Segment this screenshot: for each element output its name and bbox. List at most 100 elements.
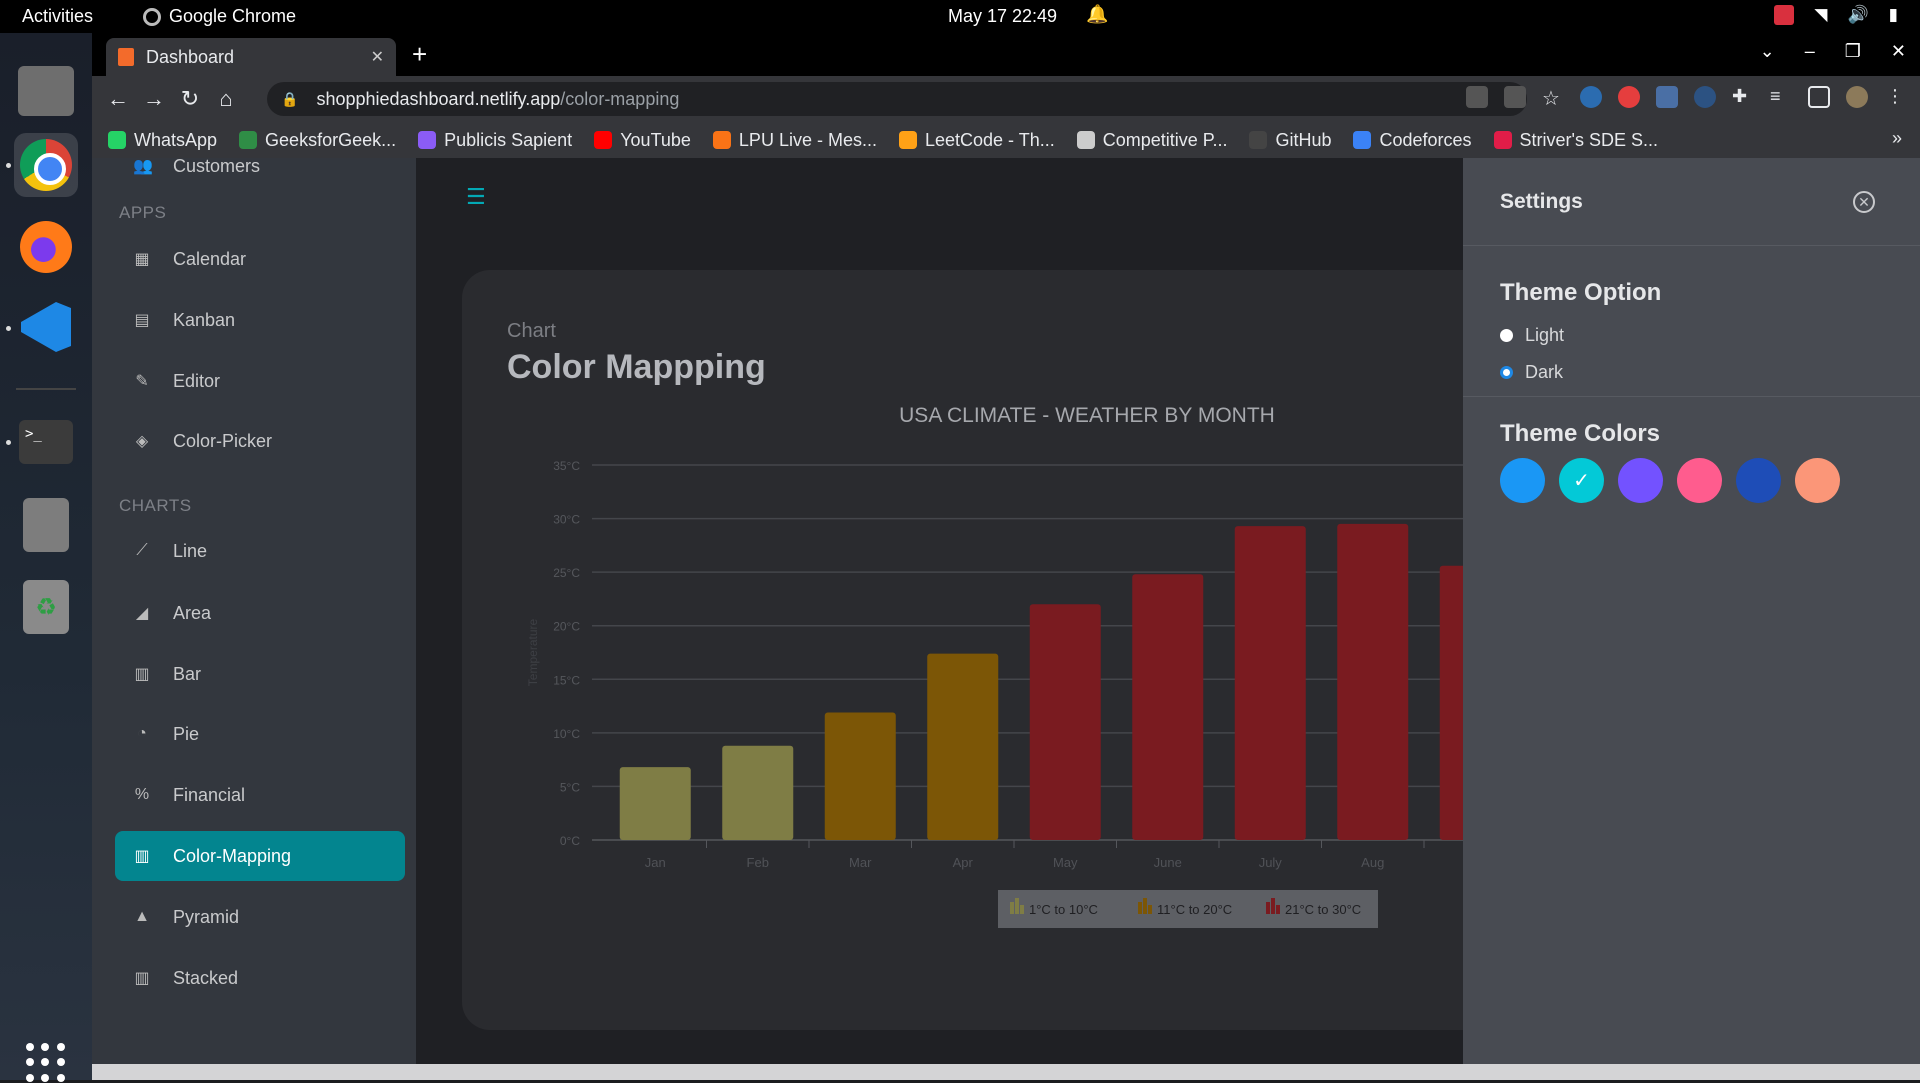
install-icon[interactable] bbox=[1466, 86, 1488, 108]
browser-toolbar: ← → ↻ ⌂ 🔒 shopphiedashboard.netlify.app /… bbox=[92, 76, 1920, 122]
extension-icons: ☆ ✚ ≡ ⋮ bbox=[1466, 86, 1906, 110]
theme-color-swatch[interactable] bbox=[1618, 458, 1663, 503]
horizontal-scrollbar[interactable] bbox=[92, 1064, 1920, 1080]
light-radio[interactable] bbox=[1500, 329, 1513, 342]
sidebar-item-bar[interactable]: ▥ Bar bbox=[115, 649, 405, 699]
bookmark-item[interactable]: GeeksforGeek... bbox=[239, 130, 396, 151]
bookmark-item[interactable]: Publicis Sapient bbox=[418, 130, 572, 151]
dock-terminal[interactable]: >_ bbox=[14, 410, 78, 474]
new-tab-icon[interactable]: + bbox=[412, 39, 427, 70]
theme-color-swatch[interactable] bbox=[1677, 458, 1722, 503]
bar[interactable] bbox=[1132, 574, 1204, 840]
minimize-icon[interactable]: – bbox=[1805, 41, 1815, 62]
section-charts: CHARTS bbox=[119, 496, 192, 515]
menu-kebab-icon[interactable]: ⋮ bbox=[1884, 86, 1906, 108]
dock-firefox[interactable] bbox=[14, 215, 78, 279]
extension-red-icon[interactable] bbox=[1618, 86, 1640, 108]
web-page: 👥 Customers APPS ▦ Calendar ▤ Kanban ✎ Edito… bbox=[92, 158, 1920, 1080]
share-icon[interactable] bbox=[1504, 86, 1526, 108]
dock-disk[interactable] bbox=[14, 493, 78, 557]
theme-dark-option[interactable]: Dark bbox=[1500, 362, 1563, 383]
sidebar-item-customers[interactable]: 👥 Customers bbox=[115, 158, 405, 191]
settings-panel: Settings ✕ Theme Option Light Dark Theme… bbox=[1463, 158, 1920, 1080]
sidebar-item-color-mapping[interactable]: ▥ Color-Mapping bbox=[115, 831, 405, 881]
lock-icon[interactable]: 🔒 bbox=[281, 91, 298, 108]
sidebar-item-area[interactable]: ◢ Area bbox=[115, 588, 405, 638]
sidebar-item-calendar[interactable]: ▦ Calendar bbox=[115, 234, 405, 284]
volume-icon: 🔊 bbox=[1847, 5, 1869, 24]
theme-color-swatch[interactable] bbox=[1795, 458, 1840, 503]
bookmark-item[interactable]: Competitive P... bbox=[1076, 130, 1227, 151]
theme-colors-title: Theme Colors bbox=[1500, 420, 1661, 447]
side-panel-icon[interactable] bbox=[1808, 86, 1830, 108]
bookmark-item[interactable]: Striver's SDE S... bbox=[1493, 130, 1658, 151]
bookmark-item[interactable]: GitHub bbox=[1249, 130, 1331, 151]
bookmark-label: LeetCode - Th... bbox=[924, 129, 1055, 150]
theme-light-option[interactable]: Light bbox=[1500, 325, 1564, 346]
system-tray[interactable]: ◥ 🔊 ▮ bbox=[1774, 5, 1898, 25]
bar[interactable] bbox=[1234, 526, 1306, 840]
color-mapping-chart[interactable]: 0°C 5°C 10°C 15°C 20°C 25°C 30°C 35°C Temperatur… bbox=[502, 440, 1582, 1020]
bookmark-item[interactable]: LPU Live - Mes... bbox=[712, 130, 877, 151]
profile-avatar[interactable] bbox=[1846, 86, 1868, 108]
bookmark-item[interactable]: Codeforces bbox=[1353, 130, 1472, 151]
forward-icon[interactable]: → bbox=[136, 86, 172, 112]
bar[interactable] bbox=[619, 767, 691, 840]
show-apps-icon[interactable] bbox=[26, 1043, 66, 1083]
sidebar-item-color-picker[interactable]: ◈ Color-Picker bbox=[115, 416, 405, 466]
sidebar-item-editor[interactable]: ✎ Editor bbox=[115, 356, 405, 406]
dock-chrome[interactable] bbox=[14, 133, 78, 197]
bookmark-item[interactable]: LeetCode - Th... bbox=[898, 129, 1055, 151]
dock-trash[interactable]: ♻ bbox=[14, 575, 78, 639]
extension-cursor-icon[interactable] bbox=[1694, 86, 1716, 108]
reload-icon[interactable]: ↻ bbox=[172, 86, 208, 112]
tab-dashboard[interactable]: Dashboard ✕ bbox=[106, 38, 396, 76]
home-icon[interactable]: ⌂ bbox=[208, 86, 244, 112]
theme-color-swatch[interactable] bbox=[1500, 458, 1545, 503]
dock-vscode[interactable] bbox=[14, 295, 78, 359]
sidebar-item-pyramid[interactable]: ▲ Pyramid bbox=[115, 892, 405, 942]
bookmark-item[interactable]: WhatsApp bbox=[108, 130, 217, 151]
address-bar[interactable]: 🔒 shopphiedashboard.netlify.app/color-ma… bbox=[267, 82, 1527, 116]
files-icon[interactable] bbox=[18, 66, 74, 116]
legend-marker bbox=[1010, 902, 1014, 914]
bookmark-favicon-icon bbox=[594, 131, 613, 149]
close-tab-icon[interactable]: ✕ bbox=[371, 47, 384, 67]
bar[interactable] bbox=[1337, 523, 1409, 840]
sidebar-item-financial[interactable]: % Financial bbox=[115, 770, 405, 820]
window-controls: ⌄ – ❐ ✕ bbox=[1760, 41, 1906, 62]
y-tick-label: 30°C bbox=[553, 513, 580, 527]
theme-color-swatch-selected[interactable]: ✓ bbox=[1559, 458, 1604, 503]
bookmark-item[interactable]: YouTube bbox=[594, 130, 691, 151]
bookmark-star-icon[interactable]: ☆ bbox=[1542, 86, 1564, 110]
reading-list-icon[interactable]: ≡ bbox=[1770, 86, 1792, 108]
more-bookmarks-icon[interactable]: » bbox=[1892, 128, 1902, 149]
sidebar-item-line[interactable]: ⟋ Line bbox=[115, 526, 405, 576]
extension-blue-icon[interactable] bbox=[1656, 86, 1678, 108]
sidebar-item-stacked[interactable]: ▥ Stacked bbox=[115, 953, 405, 1003]
close-settings-icon[interactable]: ✕ bbox=[1853, 191, 1875, 213]
tab-search-icon[interactable]: ⌄ bbox=[1760, 41, 1775, 62]
sidebar-item-label: Calendar bbox=[173, 248, 247, 269]
bar[interactable] bbox=[1029, 604, 1101, 840]
back-icon[interactable]: ← bbox=[100, 86, 136, 112]
close-window-icon[interactable]: ✕ bbox=[1891, 41, 1906, 62]
clock[interactable]: May 17 22:49 bbox=[948, 6, 1057, 27]
sidebar-item-label: Pie bbox=[173, 723, 200, 744]
theme-color-swatch[interactable] bbox=[1736, 458, 1781, 503]
menu-hamburger-icon[interactable]: ☰ bbox=[466, 184, 486, 210]
anydesk-icon[interactable] bbox=[1774, 5, 1795, 25]
line-chart-icon: ⟋ bbox=[136, 542, 148, 559]
bar[interactable] bbox=[927, 653, 999, 840]
dark-radio[interactable] bbox=[1500, 366, 1513, 379]
sidebar-item-pie[interactable]: ◔ Pie bbox=[115, 709, 405, 759]
puzzle-icon[interactable]: ✚ bbox=[1732, 86, 1754, 108]
sidebar-item-kanban[interactable]: ▤ Kanban bbox=[115, 295, 405, 345]
bar[interactable] bbox=[722, 745, 794, 840]
bar[interactable] bbox=[824, 712, 896, 841]
activities-button[interactable]: Activities bbox=[22, 6, 93, 27]
restore-icon[interactable]: ❐ bbox=[1845, 41, 1861, 62]
react-devtools-icon[interactable] bbox=[1580, 86, 1602, 108]
x-tick-label: Jan bbox=[645, 855, 666, 870]
app-menu[interactable]: Google Chrome bbox=[143, 6, 296, 27]
